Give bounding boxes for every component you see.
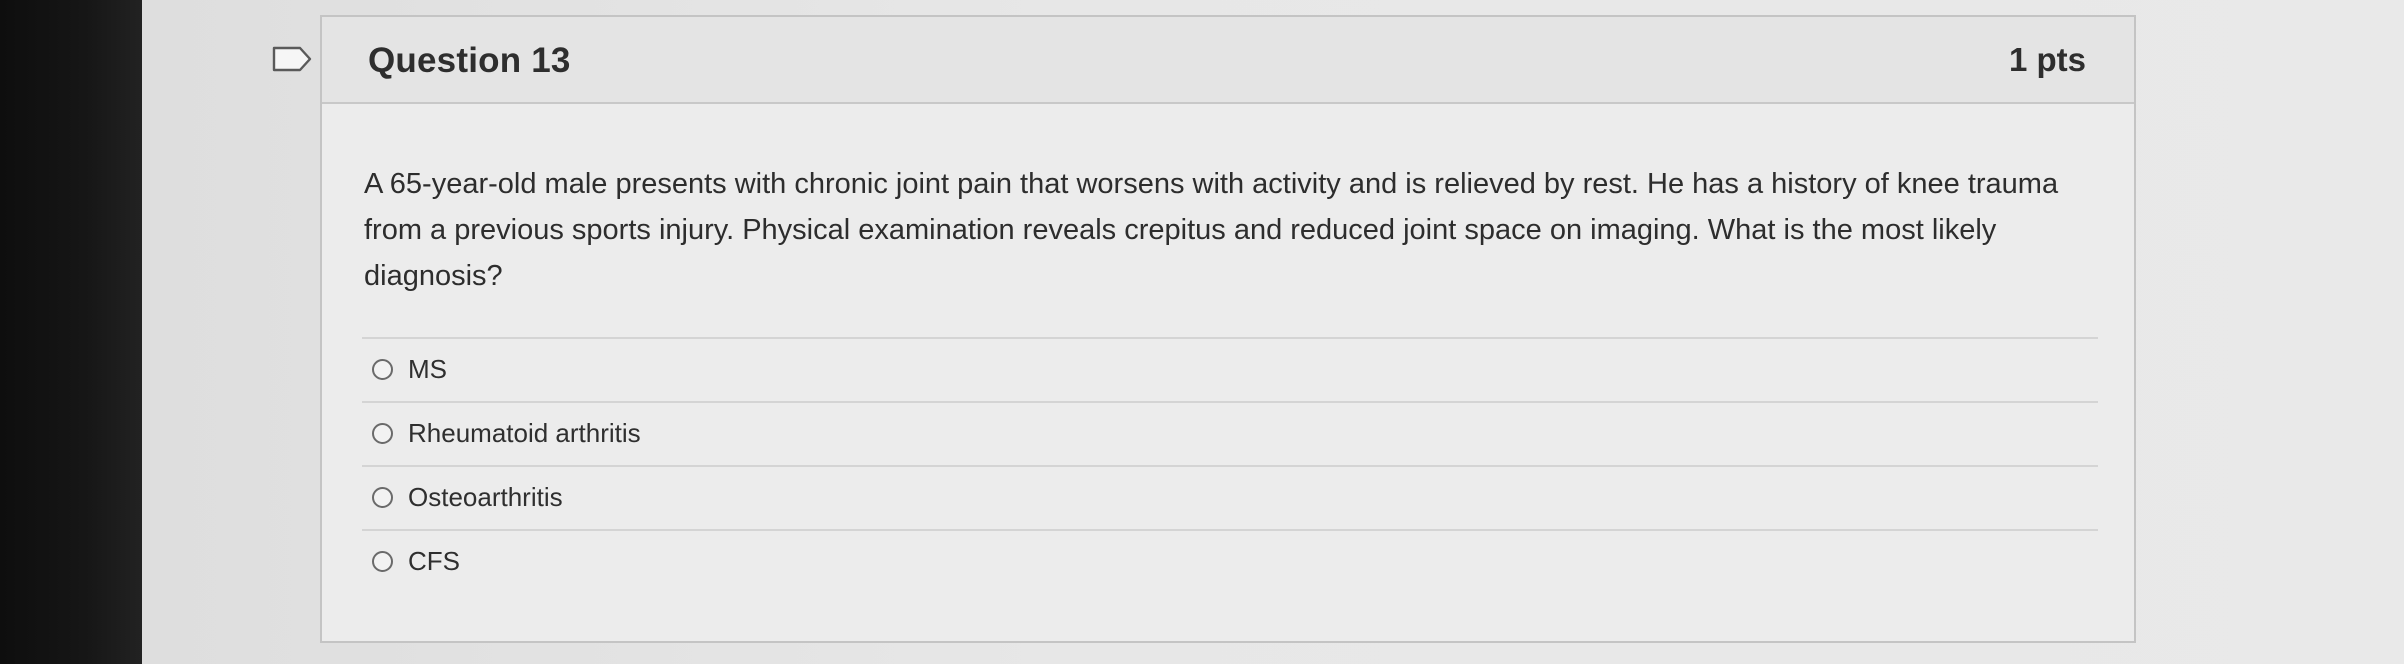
radio-unchecked-icon[interactable] <box>372 487 393 508</box>
answer-label[interactable]: Osteoarthritis <box>408 482 563 513</box>
radio-unchecked-icon[interactable] <box>372 359 393 380</box>
question-card: Question 13 1 pts A 65-year-old male pre… <box>320 15 2136 643</box>
answer-option-ms[interactable]: MS <box>362 337 2098 401</box>
answer-list: MS Rheumatoid arthritis Osteoarthritis C… <box>362 337 2098 593</box>
question-points: 1 pts <box>2008 41 2086 78</box>
answer-label[interactable]: Rheumatoid arthritis <box>408 418 641 449</box>
question-header: Question 13 1 pts <box>322 17 2134 104</box>
radio-unchecked-icon[interactable] <box>372 551 393 572</box>
question-title: Question 13 <box>368 41 571 80</box>
radio-unchecked-icon[interactable] <box>372 423 393 444</box>
answer-option-rheumatoid-arthritis[interactable]: Rheumatoid arthritis <box>362 401 2098 465</box>
answer-label[interactable]: MS <box>408 354 447 385</box>
answer-label[interactable]: CFS <box>408 546 460 577</box>
screen-left-edge <box>0 0 142 664</box>
question-text: A 65-year-old male presents with chronic… <box>364 168 2059 292</box>
answer-option-cfs[interactable]: CFS <box>362 529 2098 593</box>
flag-question-icon[interactable] <box>272 46 314 72</box>
answer-option-osteoarthritis[interactable]: Osteoarthritis <box>362 465 2098 529</box>
